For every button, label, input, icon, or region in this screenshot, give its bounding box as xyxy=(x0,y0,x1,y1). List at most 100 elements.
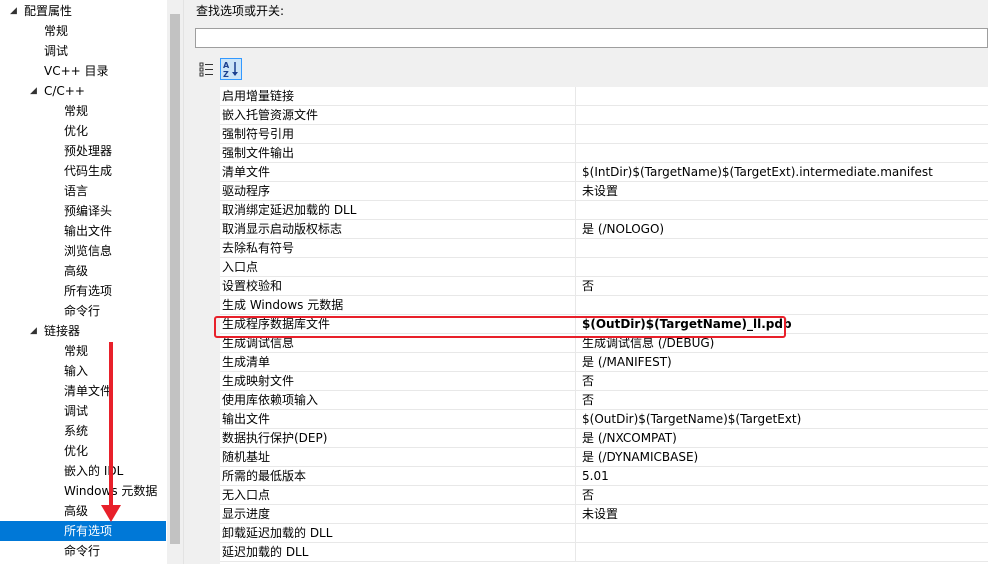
property-name: 使用库依赖项输入 xyxy=(222,391,576,410)
tree-item[interactable]: 优化 xyxy=(0,121,166,141)
expand-arrow-icon[interactable]: ◢ xyxy=(10,1,17,21)
tree-item[interactable]: 命令行 xyxy=(0,301,166,321)
svg-text:A: A xyxy=(223,61,230,70)
property-value[interactable]: 否 xyxy=(582,391,986,409)
property-value[interactable]: 否 xyxy=(582,277,986,295)
property-row[interactable]: 延迟加载的 DLL xyxy=(220,543,988,562)
tree-item[interactable]: 预处理器 xyxy=(0,141,166,161)
tree-item[interactable]: 调试 xyxy=(0,401,166,421)
tree-item[interactable]: 常规 xyxy=(0,101,166,121)
tree-item-label: 系统 xyxy=(64,424,89,438)
tree-item-label: 高级 xyxy=(64,264,89,278)
property-grid: 启用增量链接 嵌入托管资源文件 强制符号引用 强制文件输出 清单文件 $(IntDir)$… xyxy=(196,87,988,564)
property-panel: 查找选项或开关: A Z 启用增量链接 嵌入托管资源文件 强制符号引用 强制文件输出清… xyxy=(188,0,988,564)
expand-arrow-icon[interactable]: ◢ xyxy=(30,321,37,341)
property-row[interactable]: 嵌入托管资源文件 xyxy=(220,106,988,125)
tree-item-label: 浏览信息 xyxy=(64,244,113,258)
property-value[interactable]: 未设置 xyxy=(582,505,986,523)
property-row[interactable]: 输出文件 $(OutDir)$(TargetName)$(TargetExt) xyxy=(220,410,988,429)
property-value[interactable]: $(OutDir)$(TargetName)_ll.pdb xyxy=(582,315,986,333)
tree-item-label: 优化 xyxy=(64,444,89,458)
categorized-view-button[interactable] xyxy=(196,58,218,80)
property-row[interactable]: 生成调试信息 生成调试信息 (/DEBUG) xyxy=(220,334,988,353)
property-row[interactable]: 取消绑定延迟加载的 DLL xyxy=(220,201,988,220)
tree-item[interactable]: 高级 xyxy=(0,261,166,281)
property-name: 强制符号引用 xyxy=(222,125,576,144)
property-row[interactable]: 随机基址是 (/DYNAMICBASE) xyxy=(220,448,988,467)
tree-item[interactable]: 代码生成 xyxy=(0,161,166,181)
property-row[interactable]: 生成程序数据库文件 $(OutDir)$(TargetName)_ll.pdb xyxy=(220,315,988,334)
property-row[interactable]: 生成映射文件否 xyxy=(220,372,988,391)
tree-item[interactable]: 输入 xyxy=(0,361,166,381)
property-row[interactable]: 设置校验和否 xyxy=(220,277,988,296)
property-value[interactable]: 生成调试信息 (/DEBUG) xyxy=(582,334,986,352)
property-row[interactable]: 生成清单是 (/MANIFEST) xyxy=(220,353,988,372)
property-row[interactable]: 启用增量链接 xyxy=(220,87,988,106)
tree-item[interactable]: 输出文件 xyxy=(0,221,166,241)
property-name: 生成调试信息 xyxy=(222,334,576,353)
tree-item[interactable]: VC++ 目录 xyxy=(0,61,166,81)
property-row[interactable]: 生成 Windows 元数据 xyxy=(220,296,988,315)
property-value[interactable]: 是 (/NXCOMPAT) xyxy=(582,429,986,447)
property-value[interactable]: 否 xyxy=(582,486,986,504)
property-row[interactable]: 所需的最低版本 5.01 xyxy=(220,467,988,486)
property-row[interactable]: 取消显示启动版权标志是 (/NOLOGO) xyxy=(220,220,988,239)
property-value[interactable]: 未设置 xyxy=(582,182,986,200)
tree-item-label: 配置属性 xyxy=(24,4,73,18)
tree-item[interactable]: ◢ C/C++ xyxy=(0,81,166,101)
tree-item[interactable]: 优化 xyxy=(0,441,166,461)
search-input[interactable] xyxy=(195,28,988,48)
tree-item[interactable]: 所有选项 xyxy=(0,521,166,541)
property-name: 入口点 xyxy=(222,258,576,277)
property-value[interactable]: 5.01 xyxy=(582,467,986,485)
tree-item[interactable]: 调试 xyxy=(0,41,166,61)
property-tree[interactable]: ◢ 配置属性 常规 调试 VC++ 目录 ◢ C/C++ 常规 优化 预处理器 代码生成 语言 预编译头… xyxy=(0,0,167,564)
property-value[interactable]: $(OutDir)$(TargetName)$(TargetExt) xyxy=(582,410,986,428)
tree-item[interactable]: ◢ 配置属性 xyxy=(0,1,166,21)
tree-item[interactable]: 高级 xyxy=(0,501,166,521)
tree-item-label: VC++ 目录 xyxy=(44,64,109,78)
property-value[interactable]: 是 (/NOLOGO) xyxy=(582,220,986,238)
tree-item-label: 常规 xyxy=(44,24,69,38)
property-row[interactable]: 使用库依赖项输入否 xyxy=(220,391,988,410)
property-value[interactable]: $(IntDir)$(TargetName)$(TargetExt).inter… xyxy=(582,163,986,181)
property-row[interactable]: 强制文件输出 xyxy=(220,144,988,163)
tree-item[interactable]: 所有选项 xyxy=(0,281,166,301)
grid-gutter xyxy=(196,87,220,564)
sort-alphabetical-icon: A Z xyxy=(223,61,238,79)
tree-item[interactable]: 预编译头 xyxy=(0,201,166,221)
tree-item[interactable]: ◢ 链接器 xyxy=(0,321,166,341)
property-value[interactable]: 否 xyxy=(582,372,986,390)
tree-item[interactable]: 嵌入的 IDL xyxy=(0,461,166,481)
property-row[interactable]: 强制符号引用 xyxy=(220,125,988,144)
tree-item[interactable]: 语言 xyxy=(0,181,166,201)
tree-scroll-thumb[interactable] xyxy=(170,14,180,544)
tree-scrollbar[interactable] xyxy=(167,0,183,564)
property-value[interactable]: 是 (/DYNAMICBASE) xyxy=(582,448,986,466)
tree-item[interactable]: 常规 xyxy=(0,21,166,41)
tree-item[interactable]: 命令行 xyxy=(0,541,166,561)
search-label: 查找选项或开关: xyxy=(196,4,285,18)
tree-item[interactable]: 常规 xyxy=(0,341,166,361)
property-row[interactable]: 显示进度 未设置 xyxy=(220,505,988,524)
property-row[interactable]: 入口点 xyxy=(220,258,988,277)
sort-alphabetical-button[interactable]: A Z xyxy=(220,58,242,80)
tree-item-label: 输入 xyxy=(64,364,89,378)
tree-item[interactable]: Windows 元数据 xyxy=(0,481,166,501)
expand-arrow-icon[interactable]: ◢ xyxy=(30,81,37,101)
property-row[interactable]: 无入口点否 xyxy=(220,486,988,505)
property-name: 取消显示启动版权标志 xyxy=(222,220,576,239)
tree-item-label: 优化 xyxy=(64,124,89,138)
tree-item[interactable]: 浏览信息 xyxy=(0,241,166,261)
property-row[interactable]: 清单文件 $(IntDir)$(TargetName)$(TargetExt).i… xyxy=(220,163,988,182)
tree-item-label: 所有选项 xyxy=(64,524,113,538)
property-row[interactable]: 去除私有符号 xyxy=(220,239,988,258)
tree-item-label: 高级 xyxy=(64,504,89,518)
tree-item[interactable]: 系统 xyxy=(0,421,166,441)
property-row[interactable]: 卸载延迟加载的 DLL xyxy=(220,524,988,543)
property-row[interactable]: 数据执行保护(DEP) 是 (/NXCOMPAT) xyxy=(220,429,988,448)
tree-item[interactable]: 清单文件 xyxy=(0,381,166,401)
property-name: 取消绑定延迟加载的 DLL xyxy=(222,201,576,220)
property-value[interactable]: 是 (/MANIFEST) xyxy=(582,353,986,371)
property-row[interactable]: 驱动程序 未设置 xyxy=(220,182,988,201)
